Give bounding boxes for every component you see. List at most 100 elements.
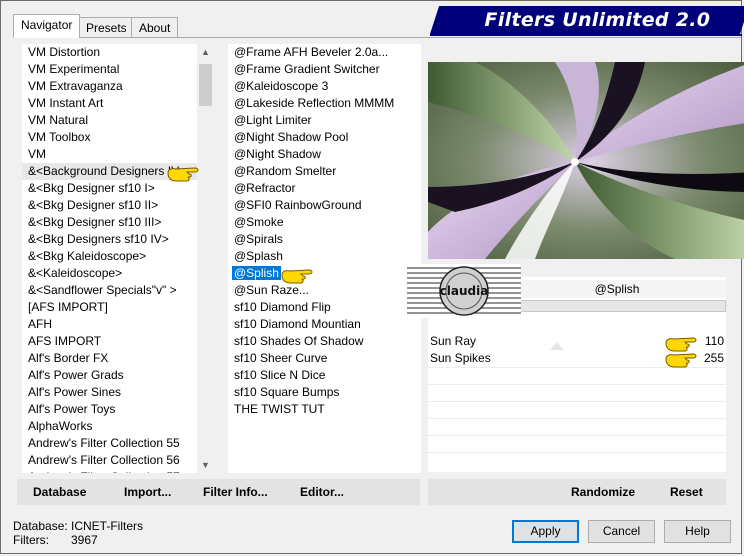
svg-text:claudia: claudia — [440, 284, 489, 298]
claudia-watermark-logo: claudia — [407, 264, 521, 318]
param-value[interactable]: 255 — [704, 350, 724, 367]
category-item[interactable]: Alf's Power Toys — [22, 401, 197, 418]
filter-item[interactable]: @Night Shadow Pool — [228, 129, 421, 146]
randomize-button[interactable]: Randomize — [571, 479, 635, 505]
category-scrollbar[interactable]: ▲ ▼ — [197, 44, 214, 473]
category-item[interactable]: &<Bkg Designer sf10 II> — [22, 197, 197, 214]
cancel-button[interactable]: Cancel — [588, 520, 655, 543]
param-divider — [428, 452, 726, 453]
filter-item-label: @Light Limiter — [234, 113, 312, 127]
apply-button[interactable]: Apply — [512, 520, 579, 543]
category-item-label: Alf's Power Sines — [28, 385, 121, 399]
category-item-label: &<Bkg Designer sf10 II> — [28, 198, 159, 212]
filter-item-label: sf10 Diamond Flip — [234, 300, 331, 314]
database-button[interactable]: Database — [33, 479, 86, 505]
tab-presets[interactable]: Presets — [78, 17, 135, 38]
category-item-label: &<Bkg Designer sf10 III> — [28, 215, 162, 229]
filter-item[interactable]: @Smoke — [228, 214, 421, 231]
category-item-label: &<Sandflower Specials"v" > — [28, 283, 177, 297]
filter-item[interactable]: sf10 Square Bumps — [228, 384, 421, 401]
filter-name-text: @Splish — [594, 282, 640, 296]
category-item[interactable]: &<Bkg Kaleidoscope> — [22, 248, 197, 265]
filter-item-label: @Spirals — [234, 232, 283, 246]
category-item[interactable]: AFS IMPORT — [22, 333, 197, 350]
filter-list[interactable]: @Frame AFH Beveler 2.0a... @Frame Gradien… — [228, 44, 421, 473]
filter-info-button[interactable]: Filter Info... — [203, 479, 268, 505]
category-item[interactable]: &<Kaleidoscope> — [22, 265, 197, 282]
category-item-label: Alf's Border FX — [28, 351, 109, 365]
tab-navigator[interactable]: Navigator — [13, 14, 81, 38]
scroll-down-arrow-icon[interactable]: ▼ — [197, 457, 214, 473]
category-item[interactable]: VM Natural — [22, 112, 197, 129]
filter-item[interactable]: @Splish — [228, 265, 421, 282]
category-item[interactable]: Alf's Border FX — [22, 350, 197, 367]
filters-count-value: 3967 — [71, 533, 98, 547]
category-item[interactable]: [AFS IMPORT] — [22, 299, 197, 316]
category-item-label: AlphaWorks — [28, 419, 93, 433]
editor-button[interactable]: Editor... — [300, 479, 344, 505]
filter-item[interactable]: @Lakeside Reflection MMMM — [228, 95, 421, 112]
database-info-value: ICNET-Filters — [71, 519, 143, 533]
filter-item[interactable]: @Frame AFH Beveler 2.0a... — [228, 44, 421, 61]
filter-item-label: @Kaleidoscope 3 — [234, 79, 329, 93]
category-item[interactable]: VM Experimental — [22, 61, 197, 78]
category-item[interactable]: AFH — [22, 316, 197, 333]
filter-item[interactable]: sf10 Diamond Mountian — [228, 316, 421, 333]
category-item[interactable]: &<Sandflower Specials"v" > — [22, 282, 197, 299]
filter-item[interactable]: @Refractor — [228, 180, 421, 197]
filter-item-label: @Night Shadow — [234, 147, 321, 161]
category-item-label: [AFS IMPORT] — [28, 300, 108, 314]
filter-item[interactable]: THE TWIST TUT — [228, 401, 421, 418]
category-item[interactable]: VM — [22, 146, 197, 163]
param-divider — [428, 401, 726, 402]
filter-item[interactable]: @Splash — [228, 248, 421, 265]
category-item-label: &<Kaleidoscope> — [28, 266, 123, 280]
category-item[interactable]: &<Bkg Designers sf10 IV> — [22, 231, 197, 248]
filter-item[interactable]: @Kaleidoscope 3 — [228, 78, 421, 95]
filter-item-label: sf10 Diamond Mountian — [234, 317, 361, 331]
category-item-label: Andrew's Filter Collection 57 — [28, 470, 180, 473]
filter-item[interactable]: @Sun Raze... — [228, 282, 421, 299]
filter-item-label: @Lakeside Reflection MMMM — [234, 96, 395, 110]
import-button[interactable]: Import... — [124, 479, 171, 505]
tab-about[interactable]: About — [131, 17, 179, 38]
reset-button[interactable]: Reset — [670, 479, 703, 505]
database-info-label: Database: — [13, 519, 68, 533]
filter-item[interactable]: sf10 Slice N Dice — [228, 367, 421, 384]
tab-strip-border — [13, 37, 741, 38]
category-item[interactable]: Andrew's Filter Collection 55 — [22, 435, 197, 452]
category-item[interactable]: VM Toolbox — [22, 129, 197, 146]
param-name: Sun Spikes — [430, 351, 491, 365]
filter-item[interactable]: sf10 Diamond Flip — [228, 299, 421, 316]
filter-item[interactable]: sf10 Sheer Curve — [228, 350, 421, 367]
scroll-up-arrow-icon[interactable]: ▲ — [197, 44, 214, 60]
category-item[interactable]: Alf's Power Grads — [22, 367, 197, 384]
category-item-label: AFH — [28, 317, 52, 331]
category-item[interactable]: Andrew's Filter Collection 57 — [22, 469, 197, 473]
category-item[interactable]: VM Instant Art — [22, 95, 197, 112]
filter-item[interactable]: @Light Limiter — [228, 112, 421, 129]
category-item-label: Andrew's Filter Collection 56 — [28, 453, 180, 467]
category-item[interactable]: AlphaWorks — [22, 418, 197, 435]
filter-item[interactable]: @SFI0 RainbowGround — [228, 197, 421, 214]
filter-item[interactable]: sf10 Shades Of Shadow — [228, 333, 421, 350]
filter-item[interactable]: @Night Shadow — [228, 146, 421, 163]
category-item[interactable]: Alf's Power Sines — [22, 384, 197, 401]
filter-item[interactable]: @Frame Gradient Switcher — [228, 61, 421, 78]
param-divider — [428, 435, 726, 436]
pointing-hand-icon — [665, 353, 697, 368]
help-button[interactable]: Help — [664, 520, 731, 543]
category-item-label: &<Bkg Designer sf10 I> — [28, 181, 155, 195]
category-item[interactable]: &<Bkg Designer sf10 III> — [22, 214, 197, 231]
filter-item[interactable]: @Random Smelter — [228, 163, 421, 180]
param-value[interactable]: 110 — [705, 333, 724, 350]
filter-item-label: sf10 Shades Of Shadow — [234, 334, 364, 348]
category-item[interactable]: VM Extravaganza — [22, 78, 197, 95]
category-item[interactable]: VM Distortion — [22, 44, 197, 61]
category-item-label: VM Toolbox — [28, 130, 91, 144]
scrollbar-thumb[interactable] — [199, 64, 212, 106]
category-item[interactable]: Andrew's Filter Collection 56 — [22, 452, 197, 469]
filter-item-label: @Frame Gradient Switcher — [234, 62, 380, 76]
category-list[interactable]: VM Distortion VM Experimental VM Extravaga… — [22, 44, 197, 473]
filter-item[interactable]: @Spirals — [228, 231, 421, 248]
